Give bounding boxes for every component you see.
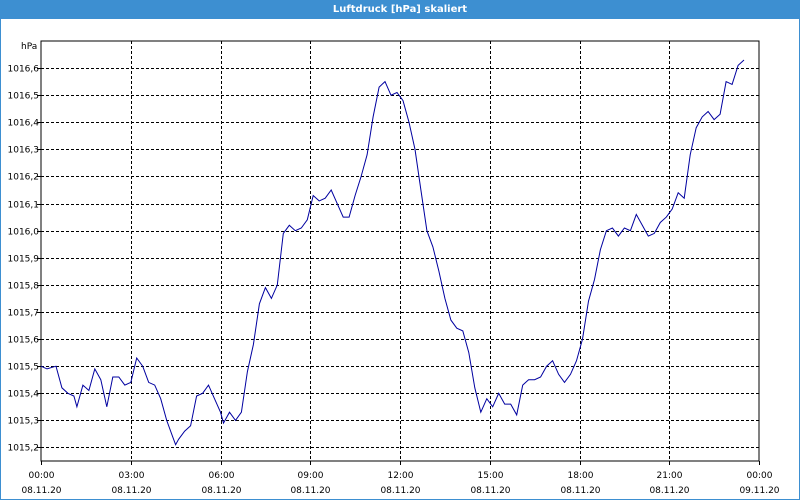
x-tick-time: 18:00 — [568, 471, 594, 481]
chart-window: Luftdruck [hPa] skaliert 1015,2 1015,3 101… — [0, 0, 800, 500]
y-tick-label: 1016,6 — [8, 65, 40, 75]
y-tick-label: 1015,2 — [8, 444, 40, 454]
x-tick-date: 08.11.20 — [380, 486, 420, 496]
x-tick-date: 09.11.20 — [739, 486, 779, 496]
x-tick-date: 08.11.20 — [111, 486, 151, 496]
y-tick-label: 1015,9 — [8, 255, 40, 265]
x-tick-time: 00:00 — [29, 471, 55, 481]
x-tick-time: 21:00 — [657, 471, 683, 481]
y-tick-label: 1016,3 — [8, 146, 40, 156]
y-tick-label: 1015,3 — [8, 417, 40, 427]
y-axis-label: hPa — [21, 42, 37, 52]
x-tick-date: 08.11.20 — [470, 486, 510, 496]
y-tick-label: 1016,5 — [8, 92, 40, 102]
grid-lines — [41, 41, 759, 461]
y-tick-label: 1016,2 — [8, 173, 40, 183]
x-tick-date: 08.11.20 — [290, 486, 330, 496]
series-line — [40, 59, 745, 446]
x-tick-time: 00:00 — [747, 471, 773, 481]
y-axis: 1015,2 1015,3 1015,4 1015,5 1015,6 1015,7 1015… — [8, 65, 41, 454]
x-tick-time: 03:00 — [119, 471, 145, 481]
x-tick-time: 15:00 — [478, 471, 504, 481]
x-tick-date: 08.11.20 — [560, 486, 600, 496]
x-tick-date: 08.11.20 — [21, 486, 61, 496]
y-tick-label: 1015,6 — [8, 336, 40, 346]
y-tick-label: 1015,7 — [8, 309, 40, 319]
y-tick-label: 1016,1 — [8, 201, 40, 211]
x-axis: 00:00 08.11.20 03:00 08.11.20 06:00 08.11.20 0… — [21, 461, 780, 496]
x-tick-time: 06:00 — [209, 471, 235, 481]
y-tick-label: 1016,4 — [8, 119, 40, 129]
chart: 1015,2 1015,3 1015,4 1015,5 1015,6 1015,7 1015… — [8, 40, 780, 496]
y-tick-label: 1016,0 — [8, 228, 40, 238]
y-tick-label: 1015,5 — [8, 363, 40, 373]
y-tick-label: 1015,8 — [8, 282, 40, 292]
x-tick-time: 12:00 — [388, 471, 414, 481]
x-tick-date: 08.11.20 — [649, 486, 689, 496]
x-tick-date: 08.11.20 — [201, 486, 241, 496]
x-tick-time: 09:00 — [298, 471, 324, 481]
y-tick-label: 1015,4 — [8, 390, 40, 400]
